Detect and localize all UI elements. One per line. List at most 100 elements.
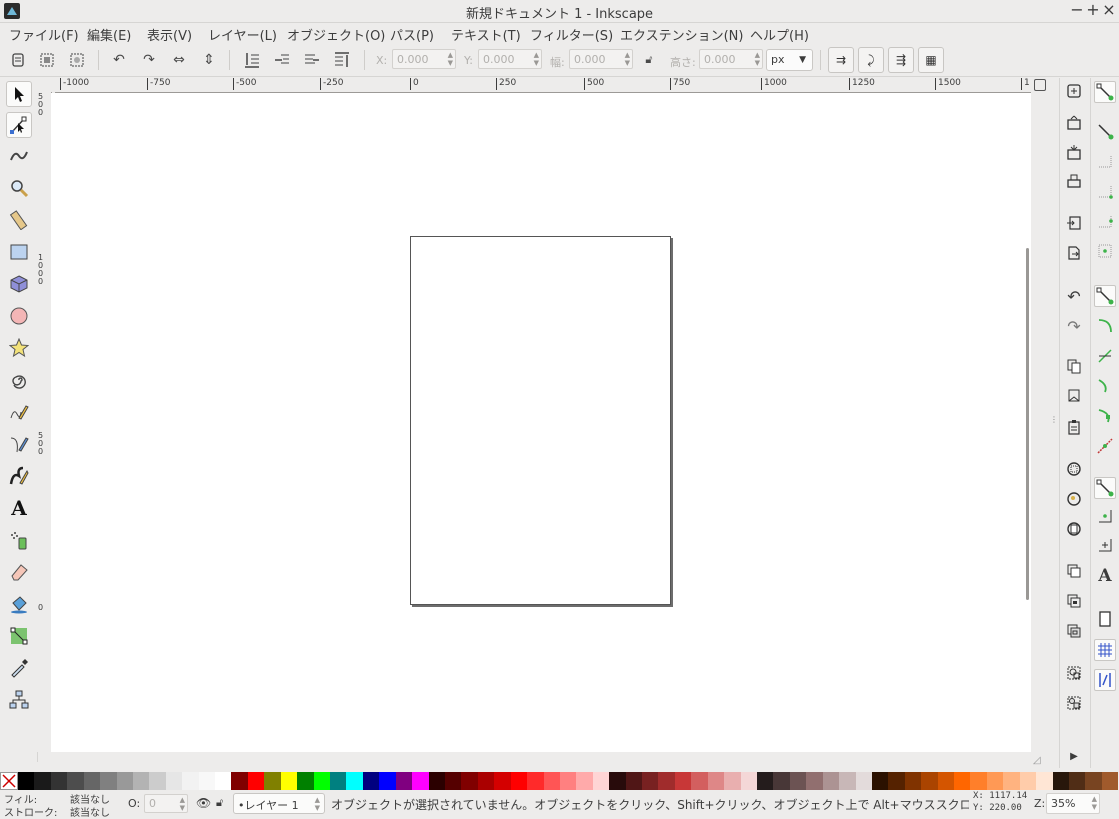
color-swatch[interactable] (1052, 772, 1069, 790)
lock-guides-icon[interactable] (1034, 79, 1046, 91)
calligraphy-tool[interactable] (6, 463, 32, 489)
color-swatch[interactable] (855, 772, 872, 790)
zoom-drawing-icon[interactable] (1063, 488, 1085, 510)
color-swatch[interactable] (116, 772, 133, 790)
color-swatch[interactable] (921, 772, 938, 790)
color-swatch[interactable] (806, 772, 823, 790)
color-swatch[interactable] (1069, 772, 1086, 790)
copy-icon[interactable] (1063, 355, 1085, 377)
color-swatch[interactable] (904, 772, 922, 790)
unlink-clone-icon[interactable] (1063, 620, 1085, 642)
snap-bbox-center-toggle[interactable] (1094, 240, 1116, 262)
measure-tool[interactable] (6, 207, 32, 233)
spray-tool[interactable] (6, 527, 32, 553)
snap-rotation-center-toggle[interactable] (1094, 534, 1116, 556)
color-swatch[interactable] (756, 772, 774, 790)
color-swatch[interactable] (527, 772, 544, 790)
snap-cusp-nodes-toggle[interactable] (1094, 375, 1116, 397)
vertical-ruler[interactable]: 500 1000 500 0 (37, 92, 52, 752)
color-swatch[interactable] (379, 772, 396, 790)
color-swatch[interactable] (215, 772, 232, 790)
menu-view[interactable]: 表示(V) (147, 25, 192, 44)
tweak-tool[interactable] (6, 143, 32, 169)
color-swatch[interactable] (691, 772, 708, 790)
color-swatch[interactable] (100, 772, 117, 790)
color-swatch[interactable] (50, 772, 68, 790)
color-swatch[interactable] (494, 772, 511, 790)
unit-select[interactable]: px ▼ (766, 49, 813, 71)
more-commands-icon[interactable]: ▶ (1063, 745, 1085, 767)
color-swatch[interactable] (182, 772, 199, 790)
snap-object-center-toggle[interactable] (1094, 505, 1116, 527)
menu-edit[interactable]: 編集(E) (87, 25, 131, 44)
color-swatch[interactable] (954, 772, 971, 790)
menu-object[interactable]: オブジェクト(O) (287, 25, 385, 44)
zoom-page-icon[interactable] (1063, 518, 1085, 540)
color-swatch[interactable] (937, 772, 955, 790)
cut-icon[interactable] (1063, 385, 1085, 407)
color-swatch[interactable] (543, 772, 560, 790)
y-field[interactable]: 0.000 ▲ ▼ (478, 49, 542, 69)
import-icon[interactable] (1063, 212, 1085, 234)
snap-smooth-nodes-toggle[interactable] (1094, 405, 1116, 427)
color-swatch[interactable] (822, 772, 840, 790)
raise-to-top-icon[interactable] (332, 50, 352, 70)
undo-icon[interactable]: ↶ (1063, 285, 1085, 307)
color-swatch[interactable] (461, 772, 478, 790)
no-paint-swatch[interactable] (0, 772, 18, 790)
color-swatch[interactable] (1036, 772, 1053, 790)
layer-lock-icon[interactable]: 🔓︎ (216, 796, 223, 810)
color-swatch[interactable] (642, 772, 659, 790)
color-swatch[interactable] (559, 772, 577, 790)
width-field[interactable]: 0.000 ▲ ▼ (569, 49, 633, 69)
menu-extensions[interactable]: エクステンション(N) (620, 25, 743, 44)
snap-bbox-corner-toggle[interactable] (1094, 180, 1116, 202)
color-swatch[interactable] (1019, 772, 1037, 790)
color-swatch[interactable] (839, 772, 856, 790)
color-swatch[interactable] (444, 772, 462, 790)
color-swatch[interactable] (1003, 772, 1020, 790)
color-swatch[interactable] (412, 772, 429, 790)
snap-intersections-toggle[interactable] (1094, 345, 1116, 367)
color-swatch[interactable] (165, 772, 183, 790)
node-tool[interactable] (6, 112, 32, 138)
minimize-button[interactable]: − (1069, 2, 1085, 18)
deselect-icon[interactable] (67, 50, 87, 70)
color-swatch[interactable] (888, 772, 905, 790)
redo-icon[interactable]: ↷ (1063, 315, 1085, 337)
flip-horizontal-icon[interactable]: ⇔ (169, 50, 189, 70)
rect-tool[interactable] (6, 239, 32, 265)
select-all-icon[interactable] (8, 50, 28, 70)
color-swatch[interactable] (280, 772, 298, 790)
new-document-icon[interactable] (1063, 80, 1085, 102)
scale-corners-button[interactable]: ⤸ (858, 47, 884, 73)
print-icon[interactable] (1063, 170, 1085, 192)
menu-layer[interactable]: レイヤー(L) (208, 25, 277, 44)
color-swatch[interactable] (346, 772, 363, 790)
move-gradients-button[interactable]: ⇶ (888, 47, 914, 73)
x-field[interactable]: 0.000 ▲ ▼ (392, 49, 456, 69)
color-swatch[interactable] (247, 772, 265, 790)
color-swatch[interactable] (871, 772, 889, 790)
color-swatch[interactable] (970, 772, 987, 790)
zoom-field[interactable]: 35% ▲ ▼ (1046, 793, 1100, 814)
connector-tool[interactable] (6, 687, 32, 713)
dropper-tool[interactable] (6, 655, 32, 681)
text-tool[interactable]: A (6, 495, 32, 521)
color-swatch[interactable] (149, 772, 166, 790)
color-swatch[interactable] (789, 772, 807, 790)
color-swatch[interactable] (625, 772, 643, 790)
color-swatch[interactable] (1085, 772, 1102, 790)
color-swatch[interactable] (198, 772, 216, 790)
star-tool[interactable] (6, 335, 32, 361)
snap-paths-toggle[interactable] (1094, 315, 1116, 337)
paintbucket-tool[interactable] (6, 591, 32, 617)
duplicate-icon[interactable] (1063, 560, 1085, 582)
pen-tool[interactable] (6, 431, 32, 457)
move-patterns-button[interactable]: ▦ (918, 47, 944, 73)
open-icon[interactable] (1063, 111, 1085, 133)
clone-icon[interactable] (1063, 590, 1085, 612)
menu-help[interactable]: ヘルプ(H) (750, 25, 809, 44)
color-swatch[interactable] (67, 772, 84, 790)
color-swatch[interactable] (724, 772, 741, 790)
